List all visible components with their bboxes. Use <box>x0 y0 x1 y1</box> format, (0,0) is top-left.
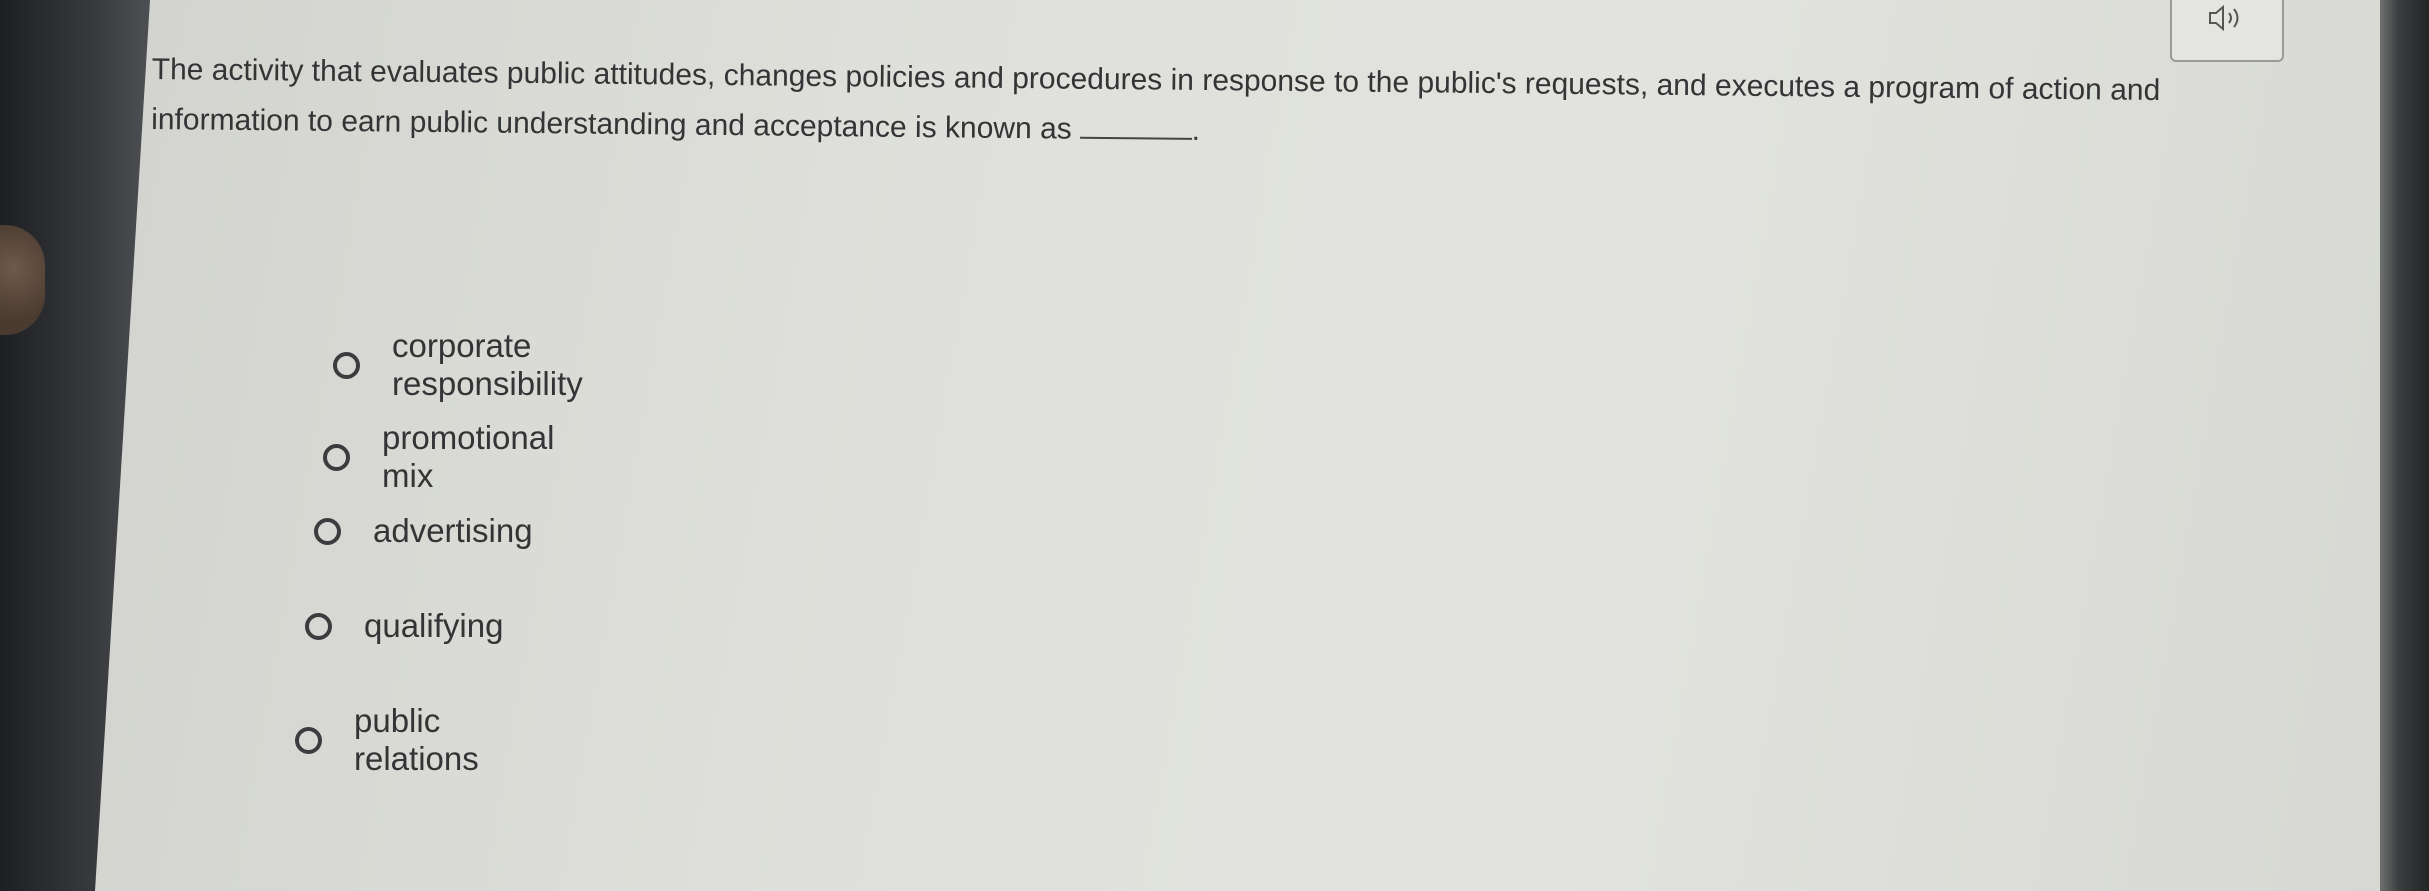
option-label: qualifying <box>364 607 504 644</box>
answer-blank <box>1079 114 1192 140</box>
radio-button[interactable] <box>333 351 360 379</box>
radio-button[interactable] <box>295 726 322 754</box>
option-corporate-responsibility[interactable]: corporate responsibility <box>333 327 583 403</box>
option-advertising[interactable]: advertising <box>314 512 533 550</box>
option-public-relations[interactable]: public relations <box>295 702 479 778</box>
speaker-icon <box>2209 4 2239 32</box>
radio-button[interactable] <box>305 612 332 640</box>
option-label: promotional mix <box>382 419 555 494</box>
option-label: advertising <box>373 512 533 549</box>
option-label: corporate responsibility <box>392 327 583 402</box>
question-prompt: The activity that evaluates public attit… <box>151 45 2182 166</box>
radio-button[interactable] <box>323 443 350 471</box>
read-aloud-button[interactable] <box>2170 0 2284 62</box>
question-end-punctuation: . <box>1191 113 1201 147</box>
radio-button[interactable] <box>314 517 341 545</box>
option-label: public relations <box>354 702 479 777</box>
option-qualifying[interactable]: qualifying <box>305 607 503 645</box>
device-edge-object <box>0 225 45 335</box>
option-promotional-mix[interactable]: promotional mix <box>323 419 554 495</box>
